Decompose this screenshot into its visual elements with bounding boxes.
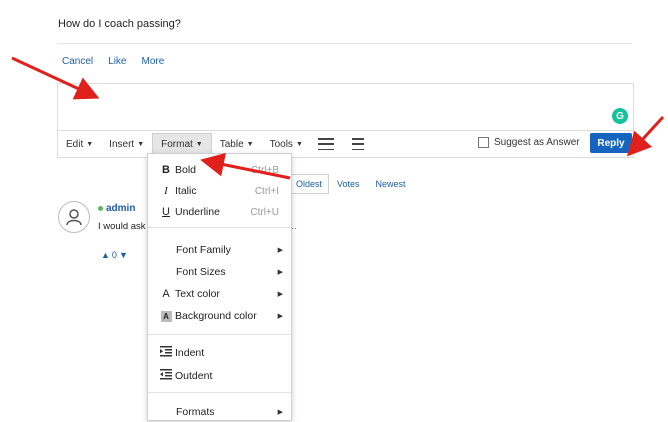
menu-item-font-sizes[interactable]: Font Sizes ▶ (148, 262, 291, 282)
post-actions: Cancel Like More (62, 56, 164, 67)
background-color-label: Background color (175, 310, 257, 322)
upvote-icon[interactable]: ▲ (101, 250, 110, 260)
caret-down-icon: ▼ (295, 140, 303, 148)
menu-item-background-color[interactable]: A Background color ▶ (148, 306, 291, 326)
menu-item-indent[interactable]: Indent (148, 343, 291, 363)
format-label: Format (161, 139, 193, 150)
italic-label: Italic (175, 185, 197, 197)
vote-count: 0 (111, 250, 117, 260)
font-family-label: Font Family (176, 244, 231, 256)
sort-newest[interactable]: Newest (368, 175, 414, 193)
question-title: How do I coach passing? (58, 18, 181, 30)
grammarly-icon[interactable]: G (612, 108, 628, 124)
edit-label: Edit (66, 138, 84, 150)
italic-shortcut: Ctrl+I (254, 185, 279, 197)
indent-label: Indent (175, 347, 205, 359)
menu-item-font-family[interactable]: Font Family ▶ (148, 240, 291, 260)
font-sizes-label: Font Sizes (176, 266, 226, 278)
menu-divider (148, 334, 291, 335)
downvote-icon[interactable]: ▼ (119, 250, 128, 260)
text-color-icon: A (162, 288, 170, 300)
bullet-list-icon[interactable] (317, 138, 334, 150)
bold-shortcut: Ctrl+B (250, 164, 279, 176)
annotation-arrow (626, 115, 665, 157)
submenu-arrow-icon: ▶ (277, 269, 283, 276)
insert-menu-button[interactable]: Insert ▼ (101, 133, 152, 155)
sort-votes[interactable]: Votes (329, 175, 368, 193)
menu-item-text-color[interactable]: A Text color ▶ (148, 284, 291, 304)
caret-down-icon: ▼ (137, 140, 145, 148)
insert-label: Insert (109, 138, 135, 150)
underline-label: Underline (175, 206, 220, 218)
italic-icon: I (164, 185, 168, 197)
format-dropdown-menu: B Bold Ctrl+B I Italic Ctrl+I U Underlin… (147, 153, 292, 421)
table-menu-button[interactable]: Table ▼ (212, 133, 262, 155)
caret-down-icon: ▼ (86, 140, 94, 148)
author-name: admin (106, 203, 136, 214)
numbered-list-icon[interactable] (348, 138, 364, 150)
reply-editor[interactable] (57, 83, 634, 130)
menu-item-outdent[interactable]: Outdent (148, 366, 291, 386)
tools-label: Tools (269, 138, 293, 150)
text-color-label: Text color (175, 288, 220, 300)
formats-label: Formats (176, 406, 215, 418)
caret-down-icon: ▼ (195, 141, 203, 148)
outdent-label: Outdent (175, 370, 213, 382)
comment-text: I would ask (98, 221, 146, 232)
more-link[interactable]: More (142, 56, 165, 67)
menu-item-formats[interactable]: Formats ▶ (148, 402, 291, 422)
caret-down-icon: ▼ (246, 140, 254, 148)
cancel-link[interactable]: Cancel (62, 56, 93, 67)
indent-icon (160, 346, 172, 360)
reply-button[interactable]: Reply (590, 133, 632, 153)
submenu-arrow-icon: ▶ (277, 409, 283, 416)
table-label: Table (219, 138, 244, 150)
menu-item-underline[interactable]: U Underline Ctrl+U (148, 202, 291, 222)
bold-label: Bold (175, 164, 197, 176)
suggest-checkbox[interactable] (478, 137, 489, 148)
online-status-icon (98, 206, 103, 211)
suggest-as-answer[interactable]: Suggest as Answer (478, 137, 580, 148)
outdent-icon (160, 369, 172, 383)
sort-tabs: Oldest Votes Newest (289, 174, 414, 194)
vote-control: ▲ 0 ▼ (101, 250, 128, 260)
menu-divider (148, 227, 291, 228)
suggest-label: Suggest as Answer (494, 137, 580, 148)
menu-item-bold[interactable]: B Bold Ctrl+B (148, 160, 291, 180)
divider (57, 43, 632, 44)
submenu-arrow-icon: ▶ (277, 247, 283, 254)
edit-menu-button[interactable]: Edit ▼ (58, 133, 101, 155)
menu-divider (148, 392, 291, 393)
underline-icon: U (162, 206, 170, 218)
background-color-icon: A (160, 311, 172, 322)
submenu-arrow-icon: ▶ (277, 313, 283, 320)
like-link[interactable]: Like (108, 56, 126, 67)
user-icon (66, 209, 82, 226)
sort-oldest[interactable]: Oldest (289, 174, 330, 194)
comment-author[interactable]: admin (98, 203, 135, 214)
underline-shortcut: Ctrl+U (250, 206, 279, 218)
bold-icon: B (162, 164, 170, 176)
avatar (58, 201, 90, 233)
submenu-arrow-icon: ▶ (277, 291, 283, 298)
tools-menu-button[interactable]: Tools ▼ (262, 133, 311, 155)
menu-item-italic[interactable]: I Italic Ctrl+I (148, 181, 291, 201)
